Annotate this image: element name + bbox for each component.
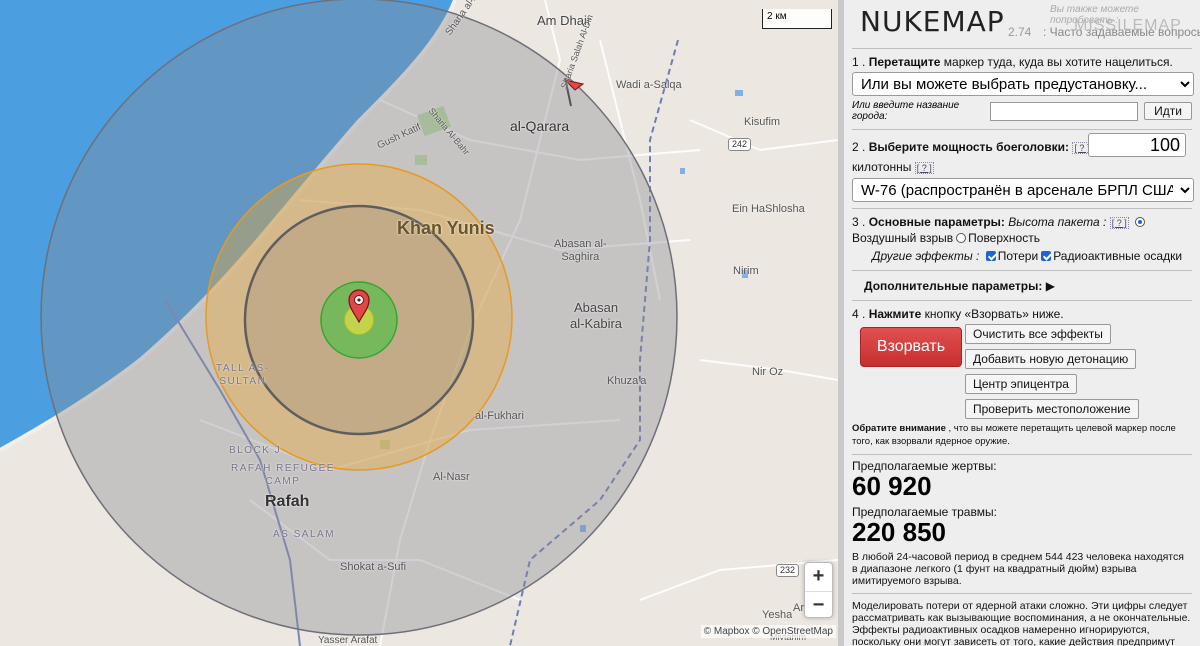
step-number: 3 . bbox=[852, 215, 866, 229]
map-scale: 2 км bbox=[762, 9, 832, 29]
place-label: Al-Nasr bbox=[433, 471, 470, 483]
advanced-options-toggle[interactable]: Дополнительные параметры: ▶ bbox=[852, 273, 1192, 298]
place-label: Nir Oz bbox=[752, 366, 784, 378]
faq-link[interactable]: : Часто задаваемые вопросы bbox=[1043, 25, 1200, 39]
other-effects-row: Другие эффекты : Потери Радиоактивные оса… bbox=[852, 248, 1192, 268]
place-label: Ein HaShlosha bbox=[732, 203, 805, 215]
map-canvas[interactable] bbox=[0, 0, 838, 646]
city-search-label: Или введите название города: bbox=[852, 100, 960, 122]
step-4: 4 . Нажмите кнопку «Взорвать» ниже. bbox=[852, 303, 1192, 324]
kilotons-row: килотонны [ ? ] bbox=[852, 160, 1192, 178]
kilotons-label: килотонны bbox=[852, 160, 912, 174]
road-shield: 232 bbox=[776, 564, 800, 577]
place-label: al-Qarara bbox=[510, 118, 570, 134]
map-view[interactable]: Am Dhair Wadi a-Salqa Shana al-A... Shar… bbox=[0, 0, 838, 646]
osm-link[interactable]: © OpenStreetMap bbox=[752, 626, 833, 637]
place-label: Wadi a-Salqa bbox=[616, 79, 682, 91]
place-label: al-Fukhari bbox=[475, 410, 524, 422]
header: NUKEMAP 2.74 Вы также можете попробовать… bbox=[852, 0, 1200, 46]
place-label: AS SALAM bbox=[273, 529, 336, 540]
divider bbox=[852, 129, 1192, 130]
place-label: Shokat a-Sufi bbox=[340, 561, 407, 573]
note-bold: Обратите внимание bbox=[852, 423, 946, 434]
step-number: 2 . bbox=[852, 140, 866, 154]
place-label: Yasser Arafat bbox=[318, 635, 378, 646]
place-label: Abasan al-Kabira bbox=[570, 300, 623, 331]
fallout-checkbox[interactable] bbox=[1041, 251, 1052, 261]
control-panel: NUKEMAP 2.74 Вы также можете попробовать… bbox=[844, 0, 1200, 646]
detonate-button[interactable]: Взорвать bbox=[860, 327, 962, 367]
surface-radio[interactable] bbox=[956, 233, 967, 243]
go-button[interactable]: Идти bbox=[1144, 102, 1192, 120]
surface-label: Поверхность bbox=[968, 231, 1040, 245]
divider bbox=[852, 48, 1192, 49]
place-label: TALL AS- SULTAN bbox=[216, 363, 270, 387]
warhead-select[interactable]: W-76 (распространён в арсенале БРПЛ США) bbox=[852, 178, 1194, 202]
action-buttons: Взорвать Очистить все эффекты Добавить н… bbox=[852, 324, 1192, 422]
logo[interactable]: NUKEMAP bbox=[860, 5, 1005, 38]
place-label: Khan Yunis bbox=[397, 218, 495, 238]
burst-help-link[interactable]: [ ? ] bbox=[1109, 217, 1129, 229]
casualties-label: Потери bbox=[997, 249, 1039, 263]
airburst-label: Воздушный bbox=[852, 231, 917, 245]
place-label: Khuza'a bbox=[607, 375, 647, 387]
map-attribution: © Mapbox © OpenStreetMap bbox=[700, 625, 836, 638]
burst-height-label: Высота пакета : bbox=[1008, 215, 1107, 229]
step-4-action: Нажмите bbox=[868, 307, 922, 321]
step-number: 1 . bbox=[852, 55, 866, 69]
step-3: 3 . Основные параметры: Высота пакета : … bbox=[852, 211, 1192, 248]
fallout-label: Радиоактивные осадки bbox=[1053, 249, 1183, 263]
version-label: 2.74 bbox=[1008, 25, 1032, 39]
casualties-checkbox[interactable] bbox=[985, 251, 996, 261]
place-label: Nirim bbox=[733, 265, 759, 277]
place-label: Kisufim bbox=[744, 116, 781, 128]
airburst-label-tail: взрыв bbox=[919, 231, 954, 245]
divider bbox=[852, 454, 1192, 455]
step-1-text: маркер туда, куда вы хотите нацелиться. bbox=[940, 55, 1173, 69]
divider bbox=[852, 208, 1192, 209]
city-search-input[interactable] bbox=[990, 101, 1139, 121]
place-label: Rafah bbox=[265, 493, 310, 510]
step-2-action: Выберите мощность боеголовки: bbox=[868, 140, 1069, 154]
divider bbox=[852, 593, 1192, 594]
city-search-row: Или введите название города: Идти bbox=[852, 99, 1192, 123]
airburst-radio[interactable] bbox=[1135, 217, 1146, 227]
preset-select[interactable]: Или вы можете выбрать предустановку... bbox=[852, 72, 1194, 96]
clear-effects-button[interactable]: Очистить все эффекты bbox=[965, 324, 1111, 344]
zoom-control: + − bbox=[804, 562, 833, 618]
divider bbox=[852, 300, 1192, 301]
zoom-out-button[interactable]: − bbox=[805, 591, 832, 619]
step-1: 1 . Перетащите маркер туда, куда вы хоти… bbox=[852, 51, 1192, 72]
place-label: Yesha bbox=[762, 609, 793, 621]
population-note: В любой 24-часовой период в среднем 544 … bbox=[852, 551, 1184, 587]
step-1-action: Перетащите bbox=[868, 55, 941, 69]
place-label: BLOCK J bbox=[229, 445, 282, 456]
step-3-action: Основные параметры: bbox=[868, 215, 1005, 229]
yield-input[interactable] bbox=[1088, 133, 1186, 157]
add-detonation-button[interactable]: Добавить новую детонацию bbox=[965, 349, 1137, 369]
divider bbox=[852, 270, 1192, 271]
other-effects-label: Другие эффекты : bbox=[872, 249, 980, 263]
fatalities-value: 60 920 bbox=[852, 471, 932, 501]
step-2: 2 . Выберите мощность боеголовки: [ ? ] bbox=[852, 132, 1192, 160]
zoom-in-button[interactable]: + bbox=[805, 563, 832, 591]
disclaimer: Моделировать потери от ядерной атаки сло… bbox=[852, 600, 1191, 646]
mapbox-link[interactable]: © Mapbox bbox=[704, 626, 750, 637]
drag-note: Обратите внимание , что вы можете перета… bbox=[852, 422, 1192, 448]
step-4-text: кнопку «Взорвать» ниже. bbox=[921, 307, 1064, 321]
place-label: RAFAH REFUGEE CAMP bbox=[231, 463, 335, 487]
center-epicenter-button[interactable]: Центр эпицентра bbox=[965, 374, 1077, 394]
place-label: Abasan al- Saghira bbox=[554, 238, 607, 263]
step-number: 4 . bbox=[852, 307, 866, 321]
kilotons-help-link[interactable]: [ ? ] bbox=[914, 162, 934, 174]
place-label: Ar bbox=[793, 602, 804, 614]
road-shield: 242 bbox=[728, 138, 752, 151]
injuries-value: 220 850 bbox=[852, 517, 946, 547]
check-location-button[interactable]: Проверить местоположение bbox=[965, 399, 1139, 419]
